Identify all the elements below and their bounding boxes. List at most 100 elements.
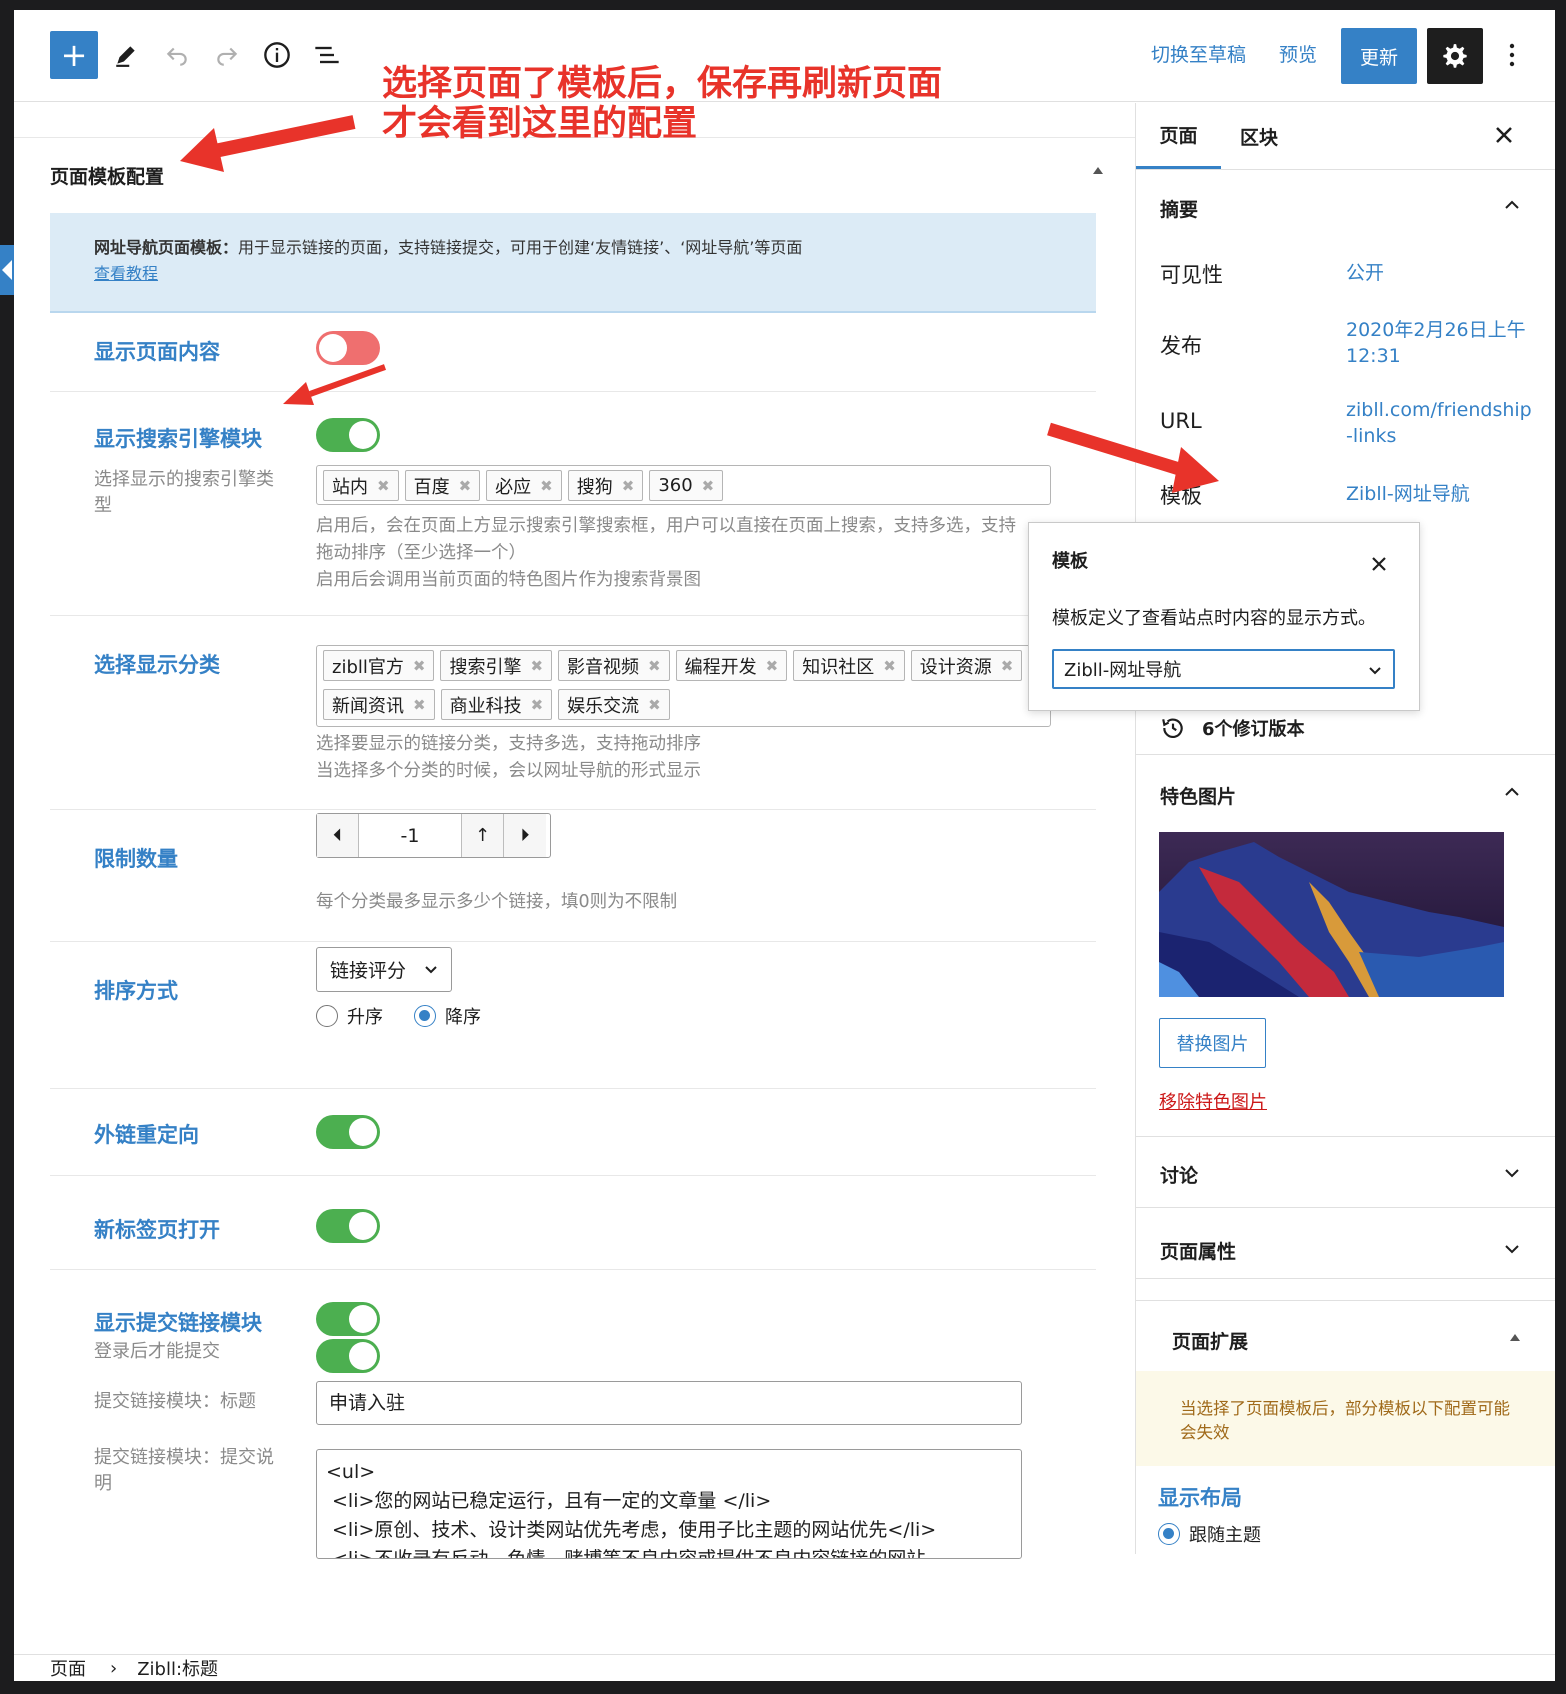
remove-x-icon[interactable]: ✖	[531, 696, 544, 714]
template-select[interactable]: Zibll-网址导航	[1052, 649, 1395, 689]
add-block-button[interactable]: +	[50, 31, 98, 79]
tag-item[interactable]: 影音视频 ✖	[558, 650, 670, 681]
tag-item[interactable]: 商业科技 ✖	[440, 689, 553, 720]
breadcrumb-block[interactable]: Zibll:标题	[137, 1655, 218, 1681]
remove-x-icon[interactable]: ✖	[540, 477, 553, 495]
remove-x-icon[interactable]: ✖	[766, 657, 779, 675]
page-attributes-heading[interactable]: 页面属性	[1160, 1237, 1236, 1264]
submit-title-label: 提交链接模块：标题	[94, 1391, 256, 1412]
summary-heading[interactable]: 摘要	[1160, 195, 1198, 222]
tag-item[interactable]: 设计资源 ✖	[910, 650, 1023, 681]
close-icon[interactable]	[1369, 554, 1389, 574]
tag-item[interactable]: 搜索引擎 ✖	[440, 650, 553, 681]
outline-button[interactable]	[307, 35, 347, 75]
remove-x-icon[interactable]: ✖	[413, 696, 426, 714]
chevron-up-icon[interactable]	[1502, 782, 1522, 802]
tab-page[interactable]: 页面	[1136, 103, 1221, 169]
template-notice: 网址导航页面模板：用于显示链接的页面，支持链接提交，可用于创建‘友情链接’、‘网…	[50, 213, 1096, 313]
remove-x-icon[interactable]: ✖	[530, 657, 543, 675]
show-content-toggle[interactable]	[316, 331, 380, 365]
category-label: 选择显示分类	[94, 653, 220, 677]
radio-circle-icon	[414, 1005, 436, 1027]
tag-item[interactable]: 站内 ✖	[323, 470, 399, 501]
tag-item[interactable]: 360 ✖	[649, 470, 724, 501]
remove-x-icon[interactable]: ✖	[648, 696, 661, 714]
new-tab-toggle[interactable]	[316, 1209, 380, 1243]
visibility-value[interactable]: 公开	[1346, 260, 1536, 286]
limit-input[interactable]: -1	[359, 814, 462, 857]
submit-desc-textarea[interactable]: <ul> <li>您的网站已稳定运行，且有一定的文章量 </li> <li>原创…	[316, 1449, 1022, 1559]
switch-to-draft-button[interactable]: 切换至草稿	[1151, 40, 1246, 67]
revisions-link[interactable]: 6个修订版本	[1160, 715, 1305, 741]
tag-item[interactable]: 知识社区 ✖	[793, 650, 905, 681]
preview-button[interactable]: 预览	[1279, 40, 1317, 67]
template-key: 模板	[1160, 484, 1202, 508]
redirect-toggle[interactable]	[316, 1115, 380, 1149]
limit-label: 限制数量	[94, 847, 178, 871]
redo-button[interactable]	[207, 35, 247, 75]
remove-x-icon[interactable]: ✖	[883, 657, 896, 675]
layout-follow-theme-radio[interactable]: 跟随主题	[1158, 1521, 1261, 1547]
tag-item[interactable]: 新闻资讯 ✖	[323, 689, 435, 720]
discussion-heading[interactable]: 讨论	[1160, 1161, 1198, 1188]
collapse-triangle-icon[interactable]	[1508, 1330, 1522, 1344]
chevron-up-icon[interactable]	[1502, 195, 1522, 215]
info-icon	[264, 42, 290, 68]
template-value[interactable]: Zibll-网址导航	[1346, 481, 1536, 507]
remove-x-icon[interactable]: ✖	[413, 657, 426, 675]
tag-item[interactable]: zibll官方 ✖	[323, 650, 435, 681]
new-tab-label: 新标签页打开	[94, 1218, 220, 1242]
collapse-triangle-icon[interactable]	[1091, 163, 1105, 177]
tag-item[interactable]: 必应 ✖	[486, 470, 562, 501]
featured-image-thumbnail[interactable]	[1159, 832, 1504, 997]
remove-x-icon[interactable]: ✖	[702, 477, 715, 495]
update-button[interactable]: 更新	[1341, 28, 1417, 84]
remove-x-icon[interactable]: ✖	[648, 657, 661, 675]
more-options-button[interactable]	[1496, 35, 1528, 75]
first-arrow-button[interactable]: ⏴	[317, 814, 359, 857]
show-content-label: 显示页面内容	[94, 340, 220, 364]
show-search-toggle[interactable]	[316, 418, 380, 452]
page-extension-heading[interactable]: 页面扩展	[1172, 1327, 1248, 1354]
login-submit-toggle[interactable]	[316, 1339, 380, 1373]
tag-item[interactable]: 编程开发 ✖	[675, 650, 788, 681]
details-button[interactable]	[257, 35, 297, 75]
pencil-icon	[116, 46, 135, 67]
breadcrumb: 页面 › Zibll:标题	[14, 1654, 1555, 1681]
replace-image-button[interactable]: 替换图片	[1159, 1018, 1266, 1068]
edit-tool-button[interactable]	[106, 35, 146, 75]
increase-arrow-button[interactable]: ↑	[462, 814, 504, 857]
tag-item[interactable]: 搜狗 ✖	[567, 470, 644, 501]
undo-button[interactable]	[157, 35, 197, 75]
settings-button[interactable]	[1427, 28, 1483, 84]
chevron-down-icon[interactable]	[1502, 1163, 1522, 1183]
tag-item[interactable]: 娱乐交流 ✖	[558, 689, 670, 720]
breadcrumb-page[interactable]: 页面	[50, 1655, 86, 1681]
order-asc-radio[interactable]: 升序	[316, 1003, 383, 1029]
category-help: 选择要显示的链接分类，支持多选，支持拖动排序 当选择多个分类的时候，会以网址导航…	[316, 734, 701, 781]
featured-image-heading[interactable]: 特色图片	[1160, 782, 1236, 809]
sort-select[interactable]: 链接评分	[316, 947, 452, 992]
category-select[interactable]: zibll官方 ✖ 搜索引擎 ✖ 影音视频 ✖ 编程开发 ✖ 知识社区 ✖ 设计资源 ✖ 新…	[316, 645, 1051, 727]
url-value[interactable]: zibll.com/friendship-links	[1346, 397, 1536, 449]
order-desc-radio[interactable]: 降序	[414, 1003, 481, 1029]
close-icon[interactable]	[1492, 123, 1516, 147]
chevron-down-icon[interactable]	[1502, 1239, 1522, 1259]
tab-block[interactable]: 区块	[1240, 103, 1278, 169]
remove-image-link[interactable]: 移除特色图片	[1159, 1088, 1267, 1114]
publish-value[interactable]: 2020年2月26日上午12:31	[1346, 317, 1536, 369]
submit-module-toggle[interactable]	[316, 1302, 380, 1336]
remove-x-icon[interactable]: ✖	[622, 477, 635, 495]
last-arrow-button[interactable]: ⏵	[504, 814, 546, 857]
remove-x-icon[interactable]: ✖	[459, 477, 472, 495]
tutorial-link[interactable]: 查看教程	[94, 264, 158, 283]
remove-x-icon[interactable]: ✖	[1001, 657, 1014, 675]
submit-title-input[interactable]: 申请入驻	[316, 1381, 1022, 1425]
undo-icon	[166, 47, 187, 66]
remove-x-icon[interactable]: ✖	[377, 477, 390, 495]
template-popover: 模板 模板定义了查看站点时内容的显示方式。 Zibll-网址导航	[1028, 522, 1420, 711]
search-engine-select[interactable]: 站内 ✖ 百度 ✖ 必应 ✖ 搜狗 ✖ 360 ✖	[316, 465, 1051, 505]
submit-module-label: 显示提交链接模块	[94, 1311, 262, 1335]
collapse-sidebar-handle[interactable]	[0, 245, 14, 295]
tag-item[interactable]: 百度 ✖	[404, 470, 481, 501]
